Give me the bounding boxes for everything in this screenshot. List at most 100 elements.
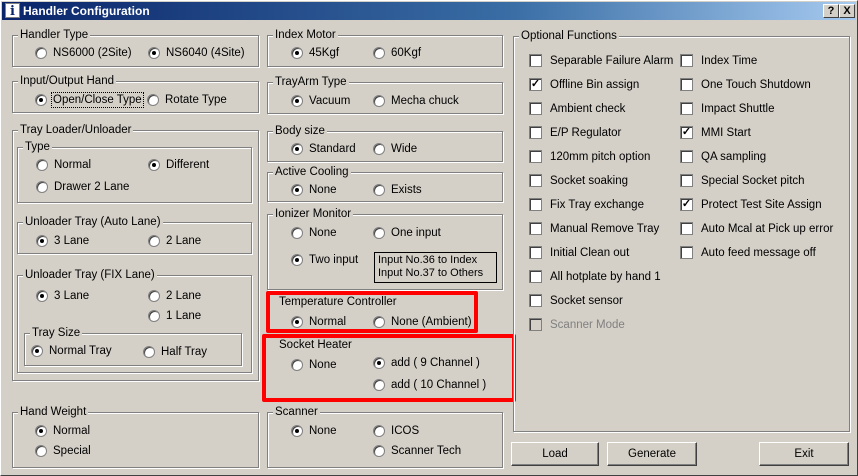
window-title: Handler Configuration	[23, 4, 150, 18]
body-size-wide-radio[interactable]: Wide	[373, 142, 417, 156]
ionizer-two-input-radio[interactable]: Two input	[291, 253, 358, 267]
opt-protect-test-site-checkbox[interactable]: ✓ Protect Test Site Assign	[680, 198, 822, 212]
exit-button[interactable]: Exit	[759, 442, 849, 466]
radio-dot-icon	[148, 290, 160, 302]
load-button[interactable]: Load	[511, 442, 599, 466]
opt-socket-soaking-checkbox[interactable]: Socket soaking	[529, 174, 628, 188]
radio-dot-icon	[35, 445, 47, 457]
checkmark-icon: ✓	[529, 78, 542, 91]
scanner-none-radio[interactable]: None	[291, 424, 337, 438]
io-hand-open-close-radio[interactable]: Open/Close Type	[35, 92, 144, 108]
active-cooling-exists-radio[interactable]: Exists	[373, 183, 422, 197]
body-size-standard-radio[interactable]: Standard	[291, 142, 356, 156]
tray-type-drawer-radio[interactable]: Drawer 2 Lane	[36, 180, 129, 194]
close-button[interactable]: X	[839, 4, 855, 18]
opt-auto-feed-message-checkbox[interactable]: Auto feed message off	[680, 246, 816, 260]
tray-size-half-radio[interactable]: Half Tray	[143, 345, 207, 359]
title-bar[interactable]: i Handler Configuration ? X	[2, 2, 856, 20]
help-button[interactable]: ?	[823, 4, 839, 18]
index-motor-60-radio[interactable]: 60Kgf	[373, 46, 421, 60]
opt-manual-remove-tray-checkbox[interactable]: Manual Remove Tray	[529, 222, 659, 236]
checkbox-icon	[529, 270, 542, 283]
checkbox-icon	[529, 126, 542, 139]
ionizer-one-input-radio[interactable]: One input	[373, 226, 441, 240]
opt-separable-failure-alarm-checkbox[interactable]: Separable Failure Alarm	[529, 54, 673, 68]
scanner-icos-radio[interactable]: ICOS	[373, 424, 419, 438]
optional-functions-legend: Optional Functions	[519, 29, 619, 43]
opt-auto-mcal-checkbox[interactable]: Auto Mcal at Pick up error	[680, 222, 833, 236]
handler-type-group: Handler Type NS6000 (2Site) NS6040 (4Sit…	[12, 28, 259, 67]
opt-socket-sensor-checkbox[interactable]: Socket sensor	[529, 294, 623, 308]
temperature-highlight-box	[266, 291, 478, 333]
checkbox-icon	[680, 174, 693, 187]
tray-size-group: Tray Size Normal Tray Half Tray	[24, 326, 242, 366]
tray-type-different-radio[interactable]: Different	[148, 158, 209, 172]
checkbox-icon	[680, 102, 693, 115]
radio-dot-icon	[291, 95, 303, 107]
handler-type-legend: Handler Type	[18, 28, 91, 42]
unloader-fix-1lane-radio[interactable]: 1 Lane	[148, 309, 201, 323]
handler-type-ns6040-radio[interactable]: NS6040 (4Site)	[148, 46, 245, 60]
opt-all-hotplate-checkbox[interactable]: All hotplate by hand 1	[529, 270, 661, 284]
checkbox-icon	[529, 54, 542, 67]
checkbox-icon	[680, 54, 693, 67]
opt-mmi-start-checkbox[interactable]: ✓ MMI Start	[680, 126, 751, 140]
opt-120mm-pitch-checkbox[interactable]: 120mm pitch option	[529, 150, 650, 164]
radio-dot-icon	[36, 235, 48, 247]
opt-ep-regulator-checkbox[interactable]: E/P Regulator	[529, 126, 621, 140]
checkbox-icon	[529, 294, 542, 307]
opt-impact-shuttle-checkbox[interactable]: Impact Shuttle	[680, 102, 775, 116]
radio-dot-icon	[36, 290, 48, 302]
checkmark-icon: ✓	[680, 198, 693, 211]
checkbox-icon	[680, 222, 693, 235]
app-info-icon: i	[5, 3, 20, 19]
io-hand-legend: Input/Output Hand	[18, 74, 116, 88]
radio-dot-icon	[291, 47, 303, 59]
hand-weight-special-radio[interactable]: Special	[35, 444, 91, 458]
unloader-auto-3lane-radio[interactable]: 3 Lane	[36, 234, 89, 248]
unloader-fix-3lane-radio[interactable]: 3 Lane	[36, 289, 89, 303]
unloader-auto-2lane-radio[interactable]: 2 Lane	[148, 234, 201, 248]
ionizer-info-line1: Input No.36 to Index	[378, 254, 478, 266]
radio-dot-icon	[291, 254, 303, 266]
radio-dot-icon	[148, 310, 160, 322]
hand-weight-normal-radio[interactable]: Normal	[35, 424, 90, 438]
generate-button[interactable]: Generate	[607, 442, 697, 466]
opt-one-touch-shutdown-checkbox[interactable]: One Touch Shutdown	[680, 78, 811, 92]
radio-dot-icon	[291, 184, 303, 196]
radio-dot-icon	[147, 94, 159, 106]
unloader-fix-2lane-radio[interactable]: 2 Lane	[148, 289, 201, 303]
tray-type-normal-radio[interactable]: Normal	[36, 158, 91, 172]
checkbox-icon	[529, 318, 542, 331]
opt-fix-tray-exchange-checkbox[interactable]: Fix Tray exchange	[529, 198, 644, 212]
radio-dot-icon	[143, 346, 155, 358]
active-cooling-none-radio[interactable]: None	[291, 183, 337, 197]
scanner-tech-radio[interactable]: Scanner Tech	[373, 444, 461, 458]
opt-index-time-checkbox[interactable]: Index Time	[680, 54, 757, 68]
checkbox-icon	[529, 174, 542, 187]
radio-dot-icon	[148, 235, 160, 247]
ionizer-none-radio[interactable]: None	[291, 226, 337, 240]
trayarm-mecha-radio[interactable]: Mecha chuck	[373, 94, 459, 108]
opt-special-socket-pitch-checkbox[interactable]: Special Socket pitch	[680, 174, 805, 188]
tray-size-normal-radio[interactable]: Normal Tray	[31, 344, 112, 358]
radio-dot-icon	[36, 181, 48, 193]
radio-dot-icon	[291, 143, 303, 155]
opt-ambient-check-checkbox[interactable]: Ambient check	[529, 102, 625, 116]
opt-initial-clean-out-checkbox[interactable]: Initial Clean out	[529, 246, 629, 260]
opt-qa-sampling-checkbox[interactable]: QA sampling	[680, 150, 766, 164]
radio-dot-icon	[35, 94, 47, 106]
hand-weight-legend: Hand Weight	[18, 405, 89, 419]
trayarm-vacuum-radio[interactable]: Vacuum	[291, 94, 350, 108]
active-cooling-group: Active Cooling None Exists	[267, 165, 503, 202]
opt-scanner-mode-checkbox: Scanner Mode	[529, 318, 625, 332]
index-motor-45-radio[interactable]: 45Kgf	[291, 46, 339, 60]
handler-config-window: i Handler Configuration ? X Handler Type…	[0, 0, 858, 476]
radio-dot-icon	[35, 47, 47, 59]
checkbox-icon	[529, 222, 542, 235]
handler-type-ns6000-radio[interactable]: NS6000 (2Site)	[35, 46, 132, 60]
opt-offline-bin-assign-checkbox[interactable]: ✓ Offline Bin assign	[529, 78, 639, 92]
unloader-fix-legend: Unloader Tray (FIX Lane)	[23, 268, 157, 282]
ionizer-info-line2: Input No.37 to Others	[378, 267, 484, 279]
io-hand-rotate-radio[interactable]: Rotate Type	[147, 93, 227, 107]
